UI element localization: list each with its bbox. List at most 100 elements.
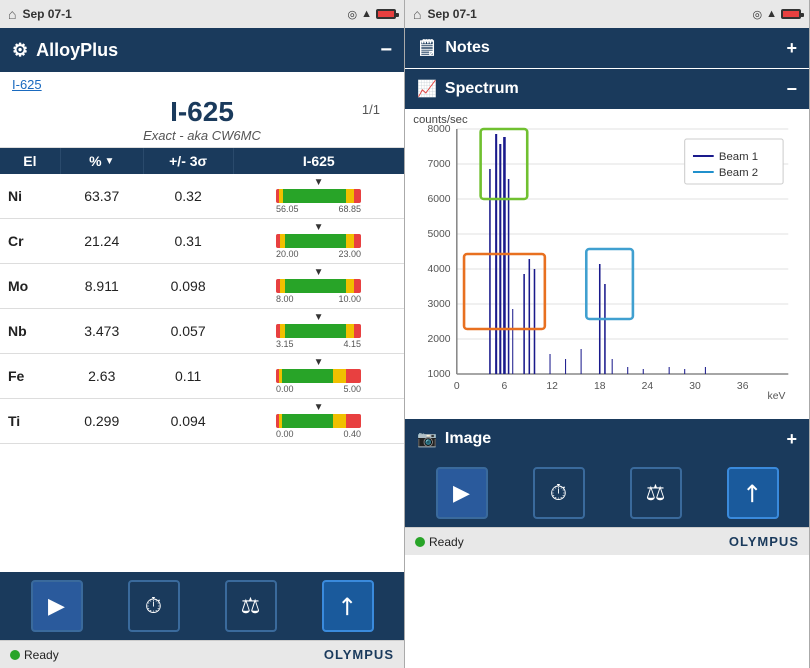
left-toolbar: ▶ ⏱ ⚖ ↗ [0, 572, 404, 640]
home-icon[interactable]: ⌂ [8, 6, 16, 22]
svg-text:7000: 7000 [428, 159, 451, 170]
right-ready-dot [415, 537, 425, 547]
svg-text:Beam 2: Beam 2 [719, 167, 758, 179]
right-arrow-icon: ↗ [735, 476, 770, 511]
svg-text:3000: 3000 [428, 299, 451, 310]
notes-section-header[interactable]: 🗒 Notes + [405, 28, 809, 68]
right-gps-icon: ◎ [753, 8, 763, 21]
balance-icon: ⚖ [241, 593, 261, 619]
battery-icon [376, 9, 396, 19]
cell-percent: 0.299 [60, 399, 143, 444]
ready-label: Ready [24, 648, 59, 662]
svg-text:6000: 6000 [428, 194, 451, 205]
cell-percent: 2.63 [60, 354, 143, 399]
right-play-button[interactable]: ▶ [436, 467, 488, 519]
gps-icon: ◎ [348, 8, 358, 21]
left-panel: ⌂ Sep 07-1 ◎ ▲ ⚙ AlloyPlus − I-625 I-625… [0, 0, 405, 668]
cell-sigma: 0.11 [143, 354, 233, 399]
svg-text:12: 12 [546, 381, 558, 392]
table-row: Ti0.2990.094▼0.000.40 [0, 399, 404, 444]
right-wifi-icon: ▲ [766, 8, 777, 20]
svg-text:4000: 4000 [428, 264, 451, 275]
cell-percent: 21.24 [60, 219, 143, 264]
table-row: Cr21.240.31▼20.0023.00 [0, 219, 404, 264]
right-ready-label: Ready [429, 535, 464, 549]
right-panel: ⌂ Sep 07-1 ◎ ▲ 🗒 Notes + 📈 Spectrum − [405, 0, 810, 668]
spectrum-svg: counts/sec 8000 7000 6000 5000 [405, 109, 809, 419]
cell-element: Ti [0, 399, 60, 444]
notes-title: Notes [445, 39, 786, 57]
alloy-counter: 1/1 [362, 102, 380, 117]
cell-element: Fe [0, 354, 60, 399]
right-timer-icon: ⏱ [550, 480, 567, 506]
left-status-bar: ⌂ Sep 07-1 ◎ ▲ [0, 0, 404, 28]
cell-percent: 63.37 [60, 174, 143, 219]
wifi-icon: ▲ [361, 8, 372, 20]
svg-text:18: 18 [594, 381, 606, 392]
table-row: Ni63.370.32▼56.0568.85 [0, 174, 404, 219]
spectrum-title: Spectrum [445, 80, 787, 98]
cell-bar: ▼0.000.40 [233, 399, 404, 444]
col-percent[interactable]: % ▼ [60, 148, 143, 174]
cell-element: Cr [0, 219, 60, 264]
col-element: El [0, 148, 60, 174]
right-toolbar: ▶ ⏱ ⚖ ↗ [405, 459, 809, 527]
right-export-button[interactable]: ↗ [727, 467, 779, 519]
col-alloy: I-625 [233, 148, 404, 174]
cell-bar: ▼3.154.15 [233, 309, 404, 354]
balance-button[interactable]: ⚖ [225, 580, 277, 632]
arrow-icon: ↗ [330, 589, 365, 624]
collapse-button[interactable]: − [380, 39, 392, 62]
cell-bar: ▼8.0010.00 [233, 264, 404, 309]
cell-element: Mo [0, 264, 60, 309]
right-play-icon: ▶ [453, 480, 470, 506]
spectrum-minus-button[interactable]: − [786, 79, 797, 100]
ready-status: Ready [10, 648, 59, 662]
svg-text:2000: 2000 [428, 334, 451, 345]
cell-element: Nb [0, 309, 60, 354]
cell-sigma: 0.32 [143, 174, 233, 219]
image-plus-button[interactable]: + [786, 429, 797, 450]
spectrum-icon: 📈 [417, 79, 437, 99]
timer-icon: ⏱ [145, 593, 162, 619]
spectrum-section-header[interactable]: 📈 Spectrum − [405, 69, 809, 109]
cell-percent: 8.911 [60, 264, 143, 309]
image-title: Image [445, 430, 787, 448]
alloy-name: I-625 [170, 96, 234, 128]
right-timer-button[interactable]: ⏱ [533, 467, 585, 519]
svg-text:1000: 1000 [428, 369, 451, 380]
right-status-bar: ⌂ Sep 07-1 ◎ ▲ [405, 0, 809, 28]
svg-text:keV: keV [768, 391, 786, 402]
app-header: ⚙ AlloyPlus − [0, 28, 404, 72]
alloy-link[interactable]: I-625 [12, 77, 42, 92]
app-title: AlloyPlus [36, 40, 380, 61]
left-status-bottom: Ready OLYMPUS [0, 640, 404, 668]
svg-text:8000: 8000 [428, 124, 451, 135]
svg-text:30: 30 [689, 381, 701, 392]
cell-sigma: 0.098 [143, 264, 233, 309]
right-balance-button[interactable]: ⚖ [630, 467, 682, 519]
cell-element: Ni [0, 174, 60, 219]
svg-text:Beam 1: Beam 1 [719, 151, 758, 163]
sort-arrow: ▼ [105, 156, 115, 167]
image-section-header[interactable]: 📷 Image + [405, 419, 809, 459]
spectrum-chart-area: counts/sec 8000 7000 6000 5000 [405, 109, 809, 419]
left-date: Sep 07-1 [22, 7, 341, 21]
element-table: El % ▼ +/- 3σ I-625 Ni63.370.32▼56.0568.… [0, 148, 404, 444]
right-balance-icon: ⚖ [646, 480, 666, 506]
timer-button[interactable]: ⏱ [128, 580, 180, 632]
export-button[interactable]: ↗ [322, 580, 374, 632]
svg-text:36: 36 [737, 381, 749, 392]
col-sigma: +/- 3σ [143, 148, 233, 174]
cell-sigma: 0.31 [143, 219, 233, 264]
ready-dot [10, 650, 20, 660]
notes-plus-button[interactable]: + [786, 38, 797, 59]
cell-bar: ▼56.0568.85 [233, 174, 404, 219]
alloyplus-gear-icon: ⚙ [12, 40, 28, 61]
table-row: Mo8.9110.098▼8.0010.00 [0, 264, 404, 309]
play-icon: ▶ [48, 593, 65, 619]
play-button[interactable]: ▶ [31, 580, 83, 632]
svg-text:0: 0 [454, 381, 460, 392]
right-home-icon[interactable]: ⌂ [413, 6, 421, 22]
cell-percent: 3.473 [60, 309, 143, 354]
